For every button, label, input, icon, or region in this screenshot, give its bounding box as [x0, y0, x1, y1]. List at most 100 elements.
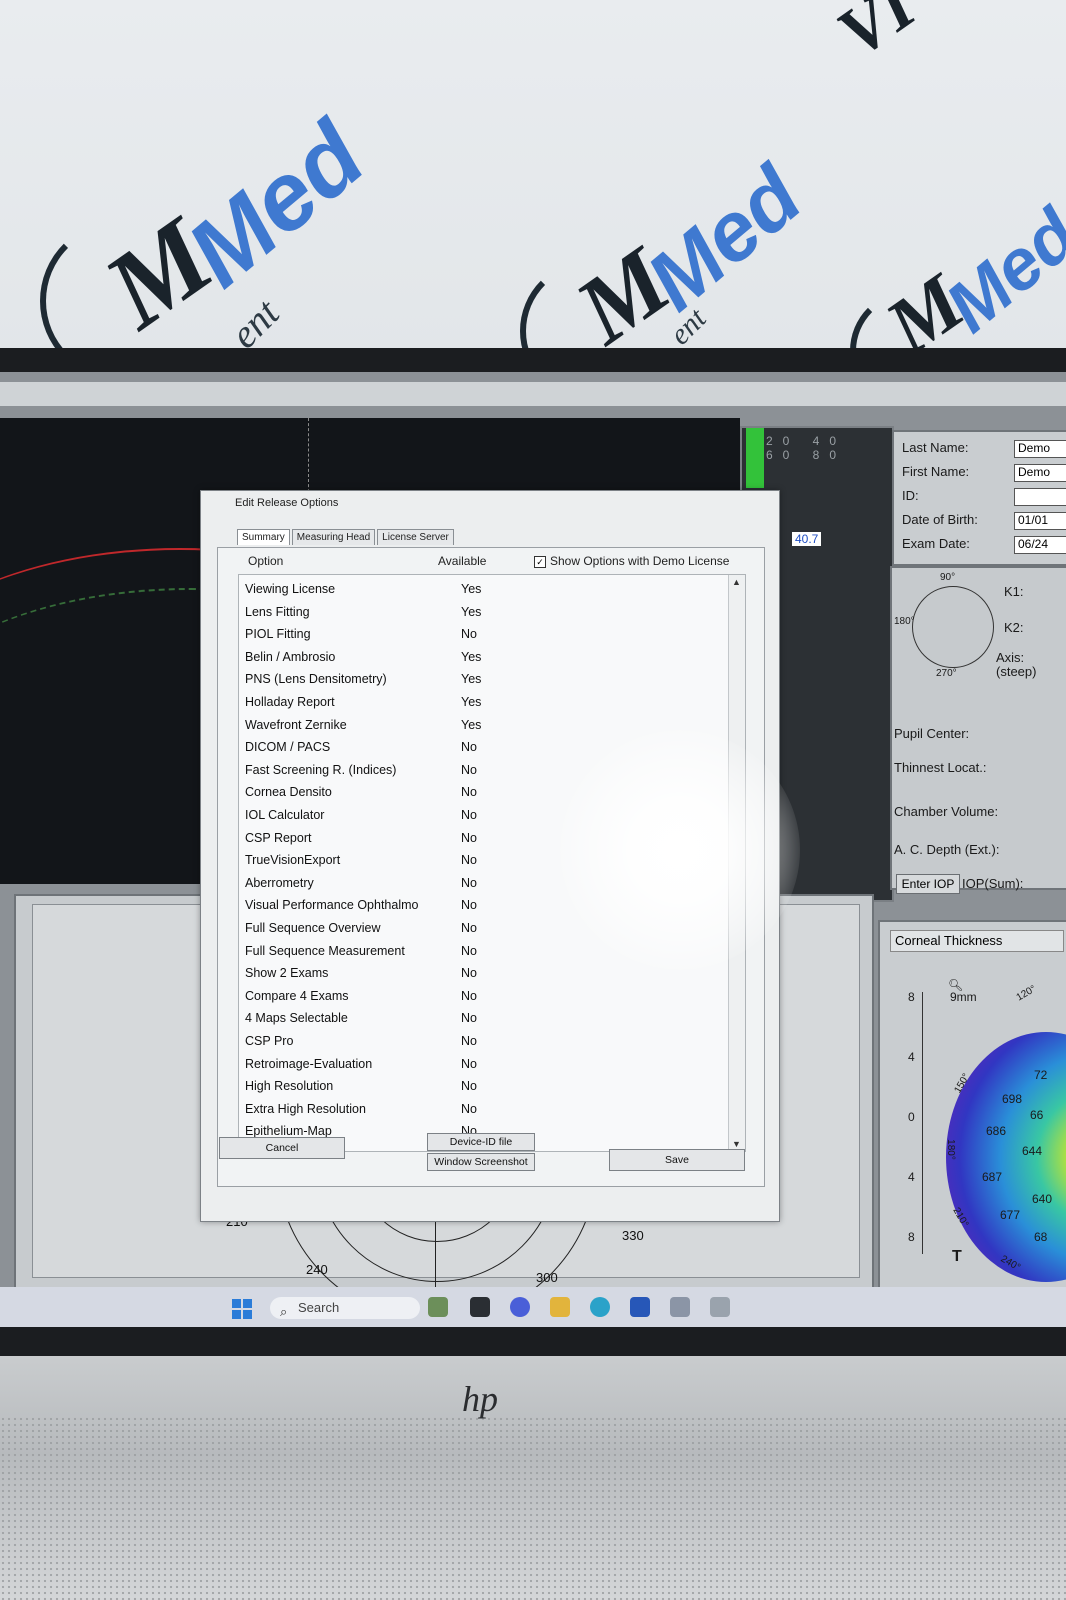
tab-measuring-head[interactable]: Measuring Head	[291, 529, 376, 545]
tab-license-server[interactable]: License Server	[377, 529, 454, 545]
options-list[interactable]: Epithelium-Map No Extra High Resolution No H…	[238, 574, 746, 1152]
option-name: PNS (Lens Densitometry)	[245, 672, 387, 687]
option-name: CSP Pro	[245, 1034, 294, 1048]
angle-label: 120°	[1014, 983, 1039, 1004]
option-row[interactable]: PNS (Lens Densitometry) Yes	[239, 669, 719, 691]
graph-ticks: 20 40 60 80	[766, 434, 847, 462]
show-demo-checkbox[interactable]: ✓	[534, 556, 546, 568]
option-name: CSP Report	[245, 830, 312, 845]
store-icon[interactable]	[630, 1297, 650, 1317]
tab-summary[interactable]: Summary	[237, 529, 290, 545]
first-name-label: First Name:	[902, 464, 970, 479]
id-label: ID:	[902, 488, 919, 503]
windows-taskbar: ⌕ Search	[0, 1287, 1066, 1327]
option-row[interactable]: DICOM / PACS No	[239, 737, 719, 759]
option-name: Lens Fitting	[245, 604, 310, 619]
cancel-button[interactable]: Cancel	[219, 1137, 345, 1159]
option-available: Yes	[461, 604, 482, 619]
option-row[interactable]: Fast Screening R. (Indices) No	[239, 760, 719, 782]
patient-panel: Last Name: Demo First Name: Demo ID: Dat…	[892, 430, 1066, 566]
option-row[interactable]: Full Sequence Overview No	[239, 918, 719, 940]
option-available: No	[461, 1101, 477, 1116]
option-name: TrueVisionExport	[245, 853, 341, 868]
dialog-tabs: Summary Measuring Head License Server	[237, 527, 456, 547]
option-row[interactable]: TrueVisionExport No	[239, 850, 719, 872]
option-row[interactable]: Lens Fitting Yes	[239, 602, 719, 624]
density-bar	[746, 428, 764, 488]
option-name: Show 2 Exams	[245, 966, 329, 981]
task-view-icon[interactable]	[470, 1297, 490, 1317]
option-name: Compare 4 Exams	[245, 988, 349, 1003]
option-available: No	[461, 830, 477, 845]
option-name: Aberrometry	[245, 875, 314, 890]
file-explorer-icon[interactable]	[550, 1297, 570, 1317]
wall-logo: M Med	[850, 194, 1066, 360]
option-available: No	[461, 988, 477, 1003]
angle-label: 180°	[944, 1139, 956, 1160]
option-row[interactable]: 4 Maps Selectable No	[239, 1008, 719, 1030]
column-header-option: Option	[248, 554, 284, 568]
option-row[interactable]: Holladay Report Yes	[239, 692, 719, 714]
k2-label: K2:	[1004, 620, 1024, 635]
axis-compass-icon	[912, 586, 994, 668]
edge-browser-icon[interactable]	[590, 1297, 610, 1317]
option-row[interactable]: Retroimage-Evaluation No	[239, 1054, 719, 1076]
thinnest-locat-label: Thinnest Locat.:	[894, 760, 987, 775]
dob-field[interactable]: 01/01	[1014, 512, 1066, 530]
option-row[interactable]: Compare 4 Exams No	[239, 986, 719, 1008]
exam-date-field[interactable]: 06/24	[1014, 536, 1066, 554]
zoom-label: 9mm	[950, 990, 977, 1004]
enter-iop-button[interactable]: Enter IOP	[896, 874, 960, 894]
first-name-field[interactable]: Demo	[1014, 464, 1066, 482]
taskbar-app-icon[interactable]	[428, 1297, 448, 1317]
option-row[interactable]: Viewing License Yes	[239, 579, 719, 601]
last-name-field[interactable]: Demo	[1014, 440, 1066, 458]
deg-270-label: 270°	[936, 668, 957, 679]
pentacam-app-icon[interactable]	[710, 1297, 730, 1317]
option-name: IOL Calculator	[245, 808, 325, 822]
option-row[interactable]: Cornea Densito No	[239, 782, 719, 804]
axis-tick: 4	[908, 1050, 915, 1064]
option-row[interactable]: PIOL Fitting No	[239, 624, 719, 646]
chat-icon[interactable]	[510, 1297, 530, 1317]
option-row[interactable]: High Resolution No	[239, 1076, 719, 1098]
option-row[interactable]: Wavefront Zernike Yes	[239, 715, 719, 737]
option-row[interactable]: Extra High Resolution No	[239, 1099, 719, 1121]
polar-label-330: 330	[622, 1228, 644, 1243]
taskbar-search[interactable]: ⌕ Search	[270, 1297, 420, 1319]
option-row[interactable]: Belin / Ambrosio Yes	[239, 647, 719, 669]
option-name: Viewing License	[245, 582, 336, 596]
list-scrollbar[interactable]: ▲ ▼	[728, 575, 745, 1151]
option-row[interactable]: Show 2 Exams No	[239, 963, 719, 985]
device-id-file-button[interactable]: Device-ID file	[427, 1133, 535, 1151]
option-row[interactable]: IOL Calculator No	[239, 805, 719, 827]
chamber-volume-label: Chamber Volume:	[894, 804, 999, 819]
option-available: Yes	[461, 672, 482, 687]
corneal-thickness-panel: Corneal Thickness 🔍︎ 9mm 8 4 0 4 8 T 8 4…	[878, 920, 1066, 1304]
option-name: DICOM / PACS	[245, 740, 331, 755]
option-available: No	[461, 627, 477, 642]
option-row[interactable]: CSP Report No	[239, 828, 719, 850]
scroll-down-icon[interactable]: ▼	[732, 1139, 741, 1149]
option-name: Wavefront Zernike	[245, 717, 347, 732]
id-field[interactable]	[1014, 488, 1066, 506]
option-available: No	[461, 853, 477, 868]
window-screenshot-button[interactable]: Window Screenshot	[427, 1153, 535, 1171]
corneal-thickness-title: Corneal Thickness	[890, 930, 1064, 952]
edit-release-options-dialog: Edit Release Options Summary Measuring He…	[200, 490, 780, 1222]
option-name: Belin / Ambrosio	[245, 649, 336, 664]
save-button[interactable]: Save	[609, 1149, 745, 1171]
option-name: Cornea Densito	[245, 785, 332, 800]
start-windows-icon[interactable]	[232, 1299, 252, 1319]
search-placeholder: Search	[298, 1300, 340, 1315]
option-available: No	[461, 1034, 477, 1048]
app-icon[interactable]	[670, 1297, 690, 1317]
option-row[interactable]: Full Sequence Measurement No	[239, 941, 719, 963]
option-available: No	[461, 875, 477, 890]
option-available: Yes	[461, 695, 482, 709]
option-row[interactable]: Aberrometry No	[239, 873, 719, 895]
option-name: Extra High Resolution	[245, 1101, 366, 1116]
scroll-up-icon[interactable]: ▲	[732, 577, 741, 587]
option-row[interactable]: CSP Pro No	[239, 1031, 719, 1053]
option-row[interactable]: Visual Performance Ophthalmo No	[239, 895, 719, 917]
